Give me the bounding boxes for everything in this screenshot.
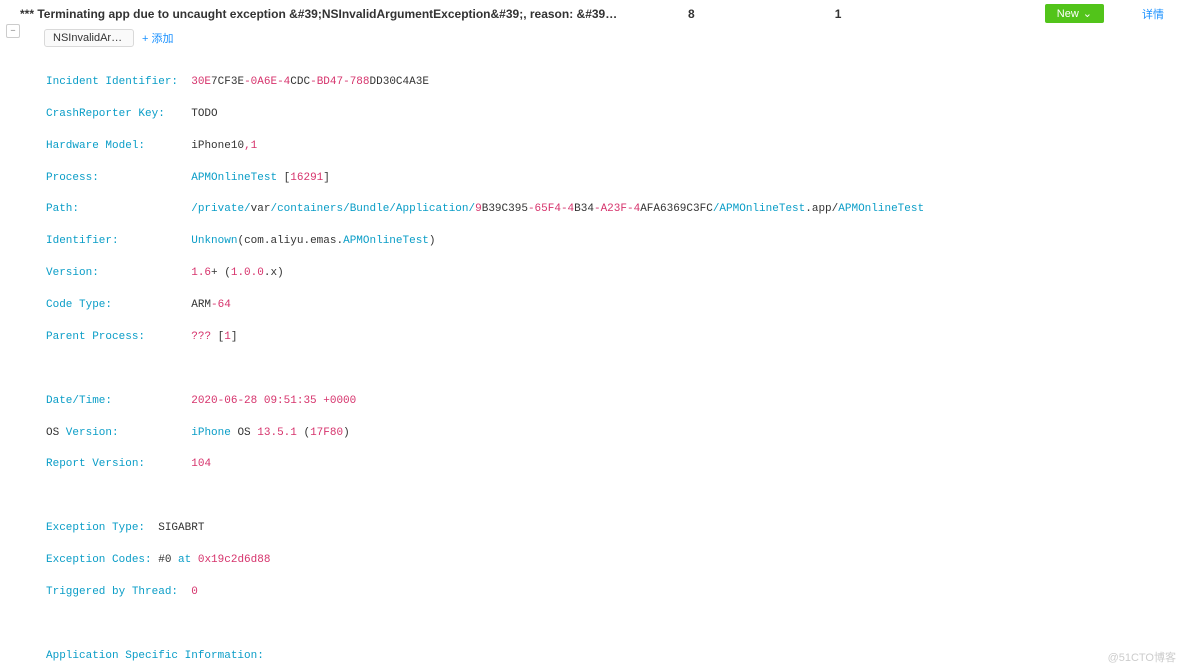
crash-report: Incident Identifier: 30E7CF3E-0A6E-4CDC-… bbox=[0, 53, 1184, 669]
watermark: @51CTO博客 bbox=[1108, 649, 1176, 665]
new-label: New bbox=[1057, 8, 1079, 20]
field-incident-id: Incident Identifier: bbox=[46, 76, 178, 88]
field-path: Path: bbox=[46, 203, 79, 215]
field-asi: Application Specific Information: bbox=[46, 650, 264, 662]
field-report-version: Report Version: bbox=[46, 458, 145, 470]
field-crashreporter-key: CrashReporter Key: bbox=[46, 108, 165, 120]
chevron-down-icon: ⌄ bbox=[1083, 7, 1092, 20]
field-hardware: Hardware Model: bbox=[46, 140, 145, 152]
page-title: *** Terminating app due to uncaught exce… bbox=[20, 7, 620, 21]
field-triggered: Triggered by Thread: bbox=[46, 586, 178, 598]
field-identifier: Identifier: bbox=[46, 235, 119, 247]
stat-2: 1 bbox=[835, 7, 842, 21]
add-tag-button[interactable]: + 添加 bbox=[142, 30, 173, 46]
field-datetime: Date/Time: bbox=[46, 395, 112, 407]
field-exc-type: Exception Type: bbox=[46, 522, 145, 534]
field-exc-codes: Exception Codes: bbox=[46, 554, 152, 566]
field-parent: Parent Process: bbox=[46, 331, 145, 343]
new-button[interactable]: New ⌄ bbox=[1045, 4, 1104, 23]
field-os: OS bbox=[46, 427, 59, 439]
details-link[interactable]: 详情 bbox=[1142, 6, 1164, 22]
field-version: Version: bbox=[46, 267, 99, 279]
tag-chip[interactable]: NSInvalidArgument… bbox=[44, 29, 134, 47]
collapse-button[interactable]: – bbox=[6, 24, 20, 38]
field-process: Process: bbox=[46, 172, 99, 184]
stats-group: 8 1 bbox=[688, 7, 841, 21]
field-codetype: Code Type: bbox=[46, 299, 112, 311]
stat-1: 8 bbox=[688, 7, 695, 21]
